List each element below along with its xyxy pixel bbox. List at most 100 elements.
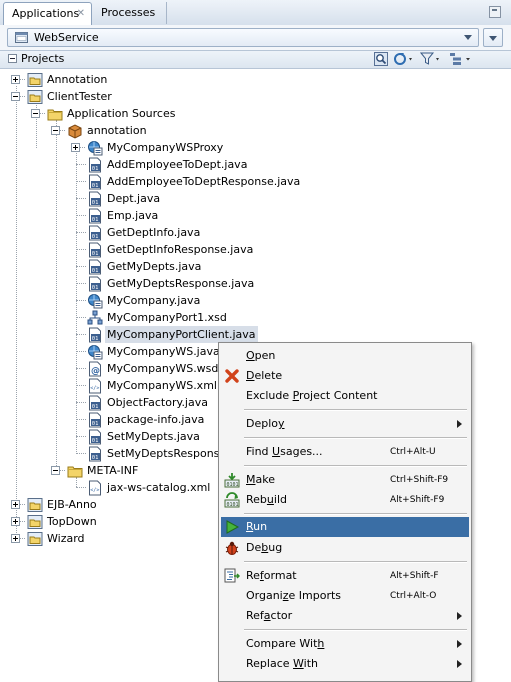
tree-node-label: ObjectFactory.java xyxy=(107,396,208,409)
tree-node-label: EJB-Anno xyxy=(47,498,97,511)
tree-node-clienttester[interactable]: ClientTester xyxy=(0,88,511,105)
menu-item-make[interactable]: 0101 Make Ctrl+Shift-F9 xyxy=(221,470,469,490)
menu-item-exclude-project-content[interactable]: Exclude Project Content xyxy=(221,386,469,406)
tree-node-mycompany[interactable]: MyCompany.java xyxy=(0,292,511,309)
view-options-icon[interactable] xyxy=(449,52,473,66)
svg-text:01: 01 xyxy=(92,285,99,291)
menu-item-open[interactable]: Open xyxy=(221,346,469,366)
close-icon[interactable]: ✕ xyxy=(77,3,85,25)
tab-applications[interactable]: Applications ✕ xyxy=(3,2,92,26)
context-menu: Open Delete Exclude Project Content Depl… xyxy=(218,342,472,682)
java-file-icon: 01 xyxy=(87,259,103,275)
menu-item-deploy[interactable]: Deploy xyxy=(221,414,469,434)
svg-text:</>: </> xyxy=(90,488,99,494)
tree-node-addemployeetodept[interactable]: 01 AddEmployeeToDept.java xyxy=(0,156,511,173)
tree-node-getdeptinforesponse[interactable]: 01 GetDeptInfoResponse.java xyxy=(0,241,511,258)
application-selector[interactable]: WebService xyxy=(7,28,479,47)
collapse-icon[interactable] xyxy=(51,466,60,475)
shortcut-label: Alt+Shift-F9 xyxy=(390,495,445,505)
tree-node-label: annotation xyxy=(87,124,147,137)
project-icon xyxy=(27,497,43,513)
tree-node-package-annotation[interactable]: annotation xyxy=(0,122,511,139)
tree-node-label: GetDeptInfoResponse.java xyxy=(107,243,254,256)
menu-item-reformat[interactable]: Reformat Alt+Shift-F xyxy=(221,566,469,586)
menu-item-find-usages[interactable]: Find Usages... Ctrl+Alt-U xyxy=(221,442,469,462)
tree-node-getmydeptsresponse[interactable]: 01 GetMyDeptsResponse.java xyxy=(0,275,511,292)
svg-text:01: 01 xyxy=(92,166,99,172)
menu-item-rebuild[interactable]: 0101 Rebuild Alt+Shift-F9 xyxy=(221,490,469,510)
rebuild-icon: 0101 xyxy=(224,492,240,508)
shortcut-label: Alt+Shift-F xyxy=(390,571,439,581)
collapse-icon[interactable] xyxy=(31,109,40,118)
application-selector-value: WebService xyxy=(34,31,99,44)
collapse-icon[interactable] xyxy=(11,92,20,101)
collapse-icon[interactable] xyxy=(51,126,60,135)
menu-item-organize-imports[interactable]: Organize Imports Ctrl+Alt-O xyxy=(221,586,469,606)
tree-node-label: AddEmployeeToDept.java xyxy=(107,158,248,171)
tree-node-dept[interactable]: 01 Dept.java xyxy=(0,190,511,207)
filter-icon[interactable] xyxy=(420,52,442,66)
application-selector-row: WebService xyxy=(0,25,511,50)
shortcut-label: Ctrl+Alt-O xyxy=(390,591,437,601)
tree-node-addemployeetodeptresponse[interactable]: 01 AddEmployeeToDeptResponse.java xyxy=(0,173,511,190)
tree-node-label: GetMyDepts.java xyxy=(107,260,202,273)
tree-node-label: GetMyDeptsResponse.java xyxy=(107,277,255,290)
tree-node-label: AddEmployeeToDeptResponse.java xyxy=(107,175,301,188)
svg-text:0101: 0101 xyxy=(227,482,239,488)
run-icon xyxy=(226,520,240,534)
sync-icon[interactable] xyxy=(393,52,415,66)
svg-text:01: 01 xyxy=(92,421,99,427)
menu-item-run[interactable]: Run xyxy=(221,517,469,537)
svg-text:01: 01 xyxy=(92,200,99,206)
svg-text:01: 01 xyxy=(92,183,99,189)
menu-item-replace-with[interactable]: Replace With xyxy=(221,654,469,674)
chevron-down-icon xyxy=(464,35,472,40)
tree-node-emp[interactable]: 01 Emp.java xyxy=(0,207,511,224)
menu-item-compare-with[interactable]: Compare With xyxy=(221,634,469,654)
tree-node-annotation[interactable]: Annotation xyxy=(0,71,511,88)
tree-node-getmydepts[interactable]: 01 GetMyDepts.java xyxy=(0,258,511,275)
java-file-icon: 01 xyxy=(87,412,103,428)
tree-node-label: MyCompanyPort1.xsd xyxy=(107,311,227,324)
tree-node-label: Annotation xyxy=(47,73,108,86)
java-file-icon: 01 xyxy=(87,395,103,411)
project-icon xyxy=(27,72,43,88)
expand-icon[interactable] xyxy=(11,500,20,509)
folder-icon xyxy=(67,463,83,479)
expand-icon[interactable] xyxy=(11,534,20,543)
menu-item-delete[interactable]: Delete xyxy=(221,366,469,386)
application-menu-button[interactable] xyxy=(483,28,503,47)
svg-text:</>: </> xyxy=(90,386,99,392)
maximize-icon[interactable] xyxy=(489,6,501,18)
chevron-down-icon xyxy=(489,36,497,41)
tree-node-label: MyCompany.java xyxy=(107,294,201,307)
project-icon xyxy=(27,531,43,547)
tree-node-label: Application Sources xyxy=(67,107,176,120)
tree-node-getdeptinfo[interactable]: 01 GetDeptInfo.java xyxy=(0,224,511,241)
java-file-icon: 01 xyxy=(87,225,103,241)
tree-node-label: MyCompanyWSProxy xyxy=(107,141,224,154)
expand-icon[interactable] xyxy=(11,517,20,526)
collapse-panel-icon[interactable] xyxy=(8,54,17,63)
tree-node-mycompanyportclient[interactable]: 01 MyCompanyPortClient.java xyxy=(0,326,511,343)
tree-node-label: jax-ws-catalog.xml xyxy=(107,481,211,494)
java-file-icon: 01 xyxy=(87,191,103,207)
tab-processes[interactable]: Processes xyxy=(93,2,167,24)
application-icon xyxy=(15,32,28,43)
expand-icon[interactable] xyxy=(11,75,20,84)
tree-node-mycompanyport1-xsd[interactable]: MyCompanyPort1.xsd xyxy=(0,309,511,326)
tree-node-label: MyCompanyWS.wsdl xyxy=(107,362,222,375)
expand-icon[interactable] xyxy=(71,143,80,152)
tree-node-application-sources[interactable]: Application Sources xyxy=(0,105,511,122)
menu-item-refactor[interactable]: Refactor xyxy=(221,606,469,626)
shortcut-label: Ctrl+Shift-F9 xyxy=(390,475,449,485)
tree-node-mycompanywsproxy[interactable]: MyCompanyWSProxy xyxy=(0,139,511,156)
svg-text:@: @ xyxy=(91,367,100,377)
java-file-icon: 01 xyxy=(87,208,103,224)
svg-text:01: 01 xyxy=(92,234,99,240)
find-icon[interactable] xyxy=(374,52,388,66)
web-service-icon xyxy=(87,344,103,360)
make-icon: 0101 xyxy=(224,473,240,488)
svg-text:01: 01 xyxy=(92,217,99,223)
menu-item-debug[interactable]: Debug xyxy=(221,538,469,558)
